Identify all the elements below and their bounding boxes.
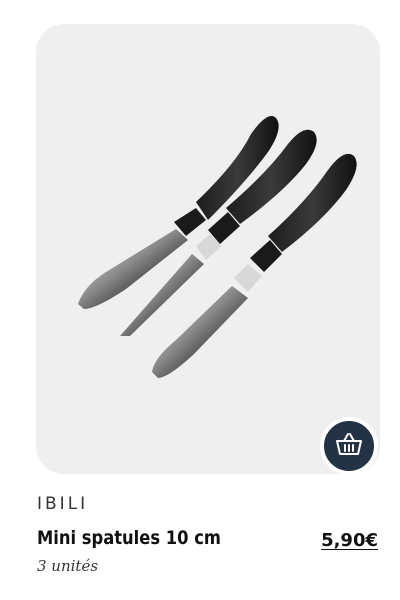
- product-image[interactable]: [36, 24, 380, 474]
- product-price[interactable]: 5,90€: [321, 530, 378, 551]
- product-brand: IBILI: [37, 494, 89, 514]
- product-units: 3 unités: [37, 557, 99, 575]
- product-name[interactable]: Mini spatules 10 cm: [37, 527, 221, 549]
- product-card[interactable]: IBILI Mini spatules 10 cm 3 unités 5,90€: [0, 0, 400, 600]
- spatulas-image: [78, 116, 357, 378]
- add-to-cart-button[interactable]: [320, 417, 378, 475]
- basket-icon: [335, 432, 363, 460]
